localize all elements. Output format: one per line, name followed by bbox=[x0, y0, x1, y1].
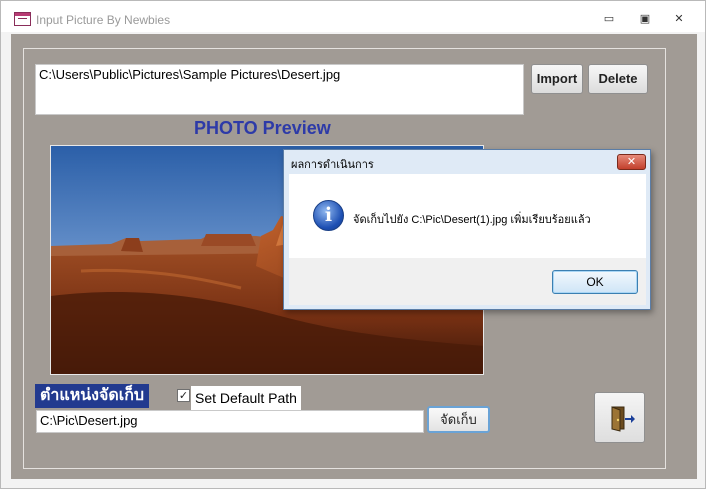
delete-button[interactable]: Delete bbox=[588, 64, 648, 94]
storage-location-label: ตำแหน่งจัดเก็บ bbox=[35, 384, 150, 408]
dialog-message: จัดเก็บไปยัง C:\Pic\Desert(1).jpg เพิ่มเ… bbox=[353, 214, 591, 226]
save-path-field[interactable]: C:\Pic\Desert.jpg bbox=[36, 410, 424, 433]
info-icon: i bbox=[313, 200, 344, 231]
dialog-close-button[interactable]: ✕ bbox=[617, 154, 646, 170]
door-exit-icon bbox=[611, 406, 635, 432]
minimize-button[interactable]: ▭ bbox=[599, 11, 619, 27]
app-form-icon bbox=[14, 12, 31, 26]
title-bar: Input Picture By Newbies ▭ ▣ ✕ bbox=[1, 1, 705, 32]
dialog-title: ผลการดำเนินการ bbox=[291, 159, 374, 171]
app-window: Input Picture By Newbies ▭ ▣ ✕ C:\Users\… bbox=[0, 0, 706, 489]
dialog-footer: OK bbox=[289, 258, 646, 305]
dialog-body: i จัดเก็บไปยัง C:\Pic\Desert(1).jpg เพิ่… bbox=[289, 174, 646, 258]
import-button[interactable]: Import bbox=[531, 64, 583, 94]
close-button[interactable]: ✕ bbox=[669, 11, 689, 27]
file-path-field[interactable]: C:\Users\Public\Pictures\Sample Pictures… bbox=[35, 64, 524, 115]
photo-preview-title: PHOTO Preview bbox=[194, 118, 331, 138]
result-dialog: ผลการดำเนินการ ✕ i จัดเก็บไปยัง C:\Pic\D… bbox=[283, 149, 651, 310]
default-path-checkbox[interactable]: ✓ bbox=[177, 389, 190, 402]
ok-button[interactable]: OK bbox=[552, 270, 638, 294]
exit-button[interactable] bbox=[594, 392, 645, 443]
maximize-button[interactable]: ▣ bbox=[635, 11, 655, 27]
default-path-label: Set Default Path bbox=[191, 386, 301, 410]
save-button[interactable]: จัดเก็บ bbox=[427, 406, 490, 433]
window-title: Input Picture By Newbies bbox=[36, 13, 171, 27]
